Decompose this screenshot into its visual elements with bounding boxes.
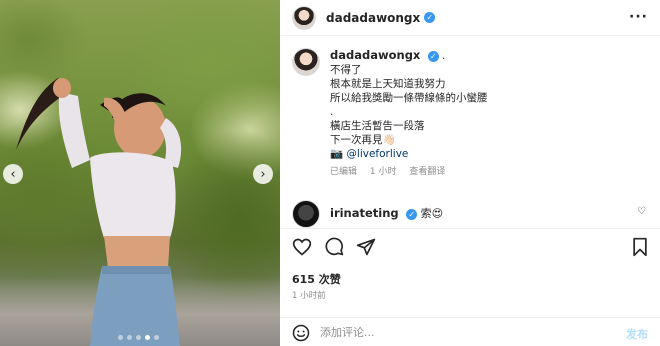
caption-line: 橫店生活暫告一段落 (330, 120, 425, 132)
likes-count[interactable]: 615 次赞 (292, 271, 341, 287)
actions-section: 615 次赞 1 小时前 发布 (280, 228, 660, 346)
caption-line: 所以給我獎勵一條帶線條的小蠻腰 (330, 92, 488, 104)
author-avatar[interactable] (292, 5, 316, 30)
carousel-dot (136, 335, 141, 340)
camera-icon: 📷 (330, 148, 344, 160)
see-translation-link[interactable]: 查看翻译 (409, 167, 445, 177)
caption-line: . (330, 106, 334, 118)
emoji-icon[interactable] (292, 324, 310, 342)
post-photo[interactable]: ‹ › (0, 0, 280, 346)
caption-line: 不得了 (330, 64, 362, 76)
comment-input[interactable] (320, 326, 600, 339)
post-time[interactable]: 1 小时前 (292, 289, 326, 301)
more-icon[interactable]: ··· (629, 9, 648, 25)
comment-like-icon[interactable]: ♡ (637, 206, 646, 217)
caption-line: 下一次再見👋🏻 (330, 134, 396, 146)
caption-avatar[interactable] (292, 48, 320, 76)
carousel-dots (118, 335, 159, 340)
next-photo-button[interactable]: › (253, 164, 273, 184)
carousel-dot (118, 335, 123, 340)
share-icon[interactable] (356, 237, 376, 257)
caption-meta: 已编辑 1 小时 查看翻译 (330, 165, 488, 179)
edited-label: 已编辑 (330, 167, 358, 177)
mention-link[interactable]: @liveforlive (346, 148, 408, 160)
caption-time[interactable]: 1 小时 (370, 167, 397, 177)
commenter-username[interactable]: irinateting (330, 206, 399, 220)
caption-username[interactable]: dadadawongx (330, 48, 420, 62)
post-header: dadadawongx ✓ ··· (280, 0, 660, 36)
caption: dadadawongx ✓ . 不得了 根本就是上天知道我努力 所以給我獎勵一條… (292, 48, 652, 179)
verified-badge-icon: ✓ (427, 50, 439, 62)
commenter-avatar[interactable] (292, 200, 320, 228)
verified-badge-icon: ✓ (406, 208, 418, 220)
previous-photo-button[interactable]: ‹ (3, 164, 23, 184)
post-comment-button[interactable]: 发布 (626, 326, 648, 342)
caption-line: 根本就是上天知道我努力 (330, 78, 446, 90)
heart-icon[interactable] (292, 237, 312, 257)
carousel-dot (127, 335, 132, 340)
bookmark-icon[interactable] (630, 237, 650, 257)
comment-text: 索😍 (420, 207, 444, 220)
caption-dot: . (442, 50, 446, 62)
comment-row: irinateting ✓ 索😍 ♡ (292, 200, 650, 228)
verified-badge-icon: ✓ (424, 12, 436, 23)
comment-icon[interactable] (324, 237, 344, 257)
person-illustration (16, 78, 182, 346)
carousel-dot-active (145, 335, 150, 340)
author-username[interactable]: dadadawongx (326, 11, 420, 25)
carousel-dot (154, 335, 159, 340)
post-details-panel: dadadawongx ✓ ··· dadadawongx ✓ . 不得了 根本… (280, 0, 660, 346)
comment-bar: 发布 (280, 317, 660, 346)
